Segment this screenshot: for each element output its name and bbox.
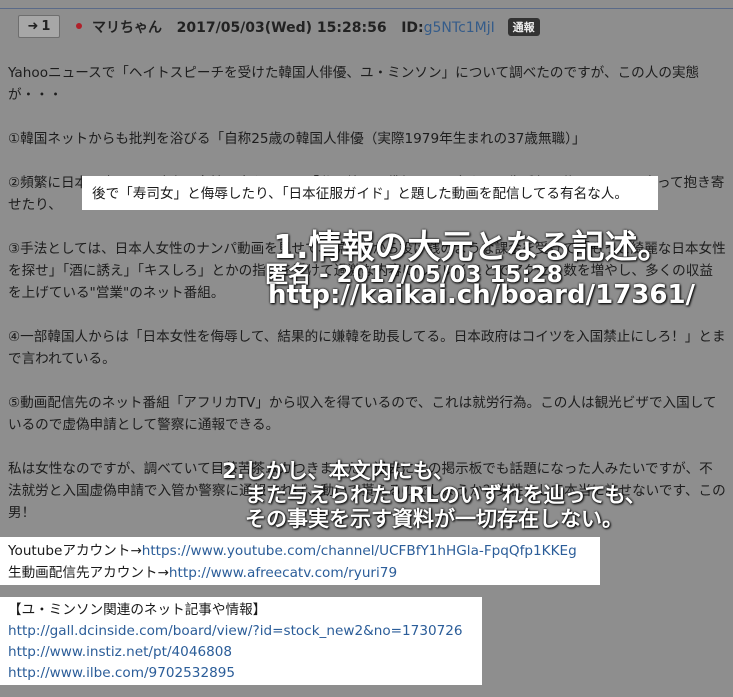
post-meta: マリちゃん 2017/05/03(Wed) 15:28:56 ID:g5NTc1… [92,17,540,37]
post-datetime: 2017/05/03(Wed) 15:28:56 [176,20,387,36]
poster-id-link[interactable]: g5NTc1MjI [424,20,495,36]
youtube-link[interactable]: https://www.youtube.com/channel/UCFBfY1h… [142,543,577,559]
share-count: 1 [41,19,51,34]
highlighted-quote-text: 後で「寿司女」と侮辱したり、「日本征服ガイド」と題した動画を配信してる有名な人。 [92,186,628,202]
highlighted-quote: 後で「寿司女」と侮辱したり、「日本征服ガイド」と題した動画を配信してる有名な人。 [82,176,658,210]
paragraph-1: ①韓国ネットからも批判を浴びる「自称25歳の韓国人俳優（実際1979年生まれの3… [8,131,586,147]
related-link-1[interactable]: http://gall.dcinside.com/board/view/?id=… [8,621,474,642]
report-button[interactable]: 通報 [507,18,540,36]
post-header: ➜ 1 マリちゃん 2017/05/03(Wed) 15:28:56 ID:g5… [12,14,727,38]
stream-label: 生動画配信先アカウント→ [8,565,169,581]
paragraph-5: ⑤動画配信先のネット番組「アフリカTV」から収入を得ているので、これは就労行為。… [8,395,717,433]
share-button[interactable]: ➜ 1 [18,15,60,38]
poster-name: マリちゃん [92,20,162,36]
stream-link[interactable]: http://www.afreecatv.com/ryuri79 [169,565,397,581]
related-link-3[interactable]: http://www.ilbe.com/9702532895 [8,663,474,684]
youtube-label: Youtubeアカウント→ [8,543,142,559]
overlay-caption-3: http://kaikai.ch/board/17361/ [268,280,696,310]
arrow-right-icon: ➜ [27,19,39,34]
id-label: ID: [401,20,424,36]
related-link-2[interactable]: http://www.instiz.net/pt/4046808 [8,642,474,663]
paragraph-intro: Yahooニュースで「ヘイトスピーチを受けた韓国人俳優、ユ・ミンソン」について調… [8,65,700,103]
account-links-box: Youtubeアカウント→https://www.youtube.com/cha… [0,537,600,585]
stream-line: 生動画配信先アカウント→http://www.afreecatv.com/ryu… [8,562,592,584]
overlay-caption-6: その事実を示す資料が一切存在しない。 [245,507,623,531]
related-heading: 【ユ・ミンソン関連のネット記事や情報】 [8,602,267,618]
paragraph-4: ④一部韓国人からは「日本女性を侮辱して、結果的に嫌韓を助長してる。日本政府はコイ… [8,329,726,367]
youtube-line: Youtubeアカウント→https://www.youtube.com/cha… [8,540,592,562]
status-dot-icon [76,23,82,29]
header-divider [0,8,733,9]
related-links-box: 【ユ・ミンソン関連のネット記事や情報】 http://gall.dcinside… [0,597,482,685]
